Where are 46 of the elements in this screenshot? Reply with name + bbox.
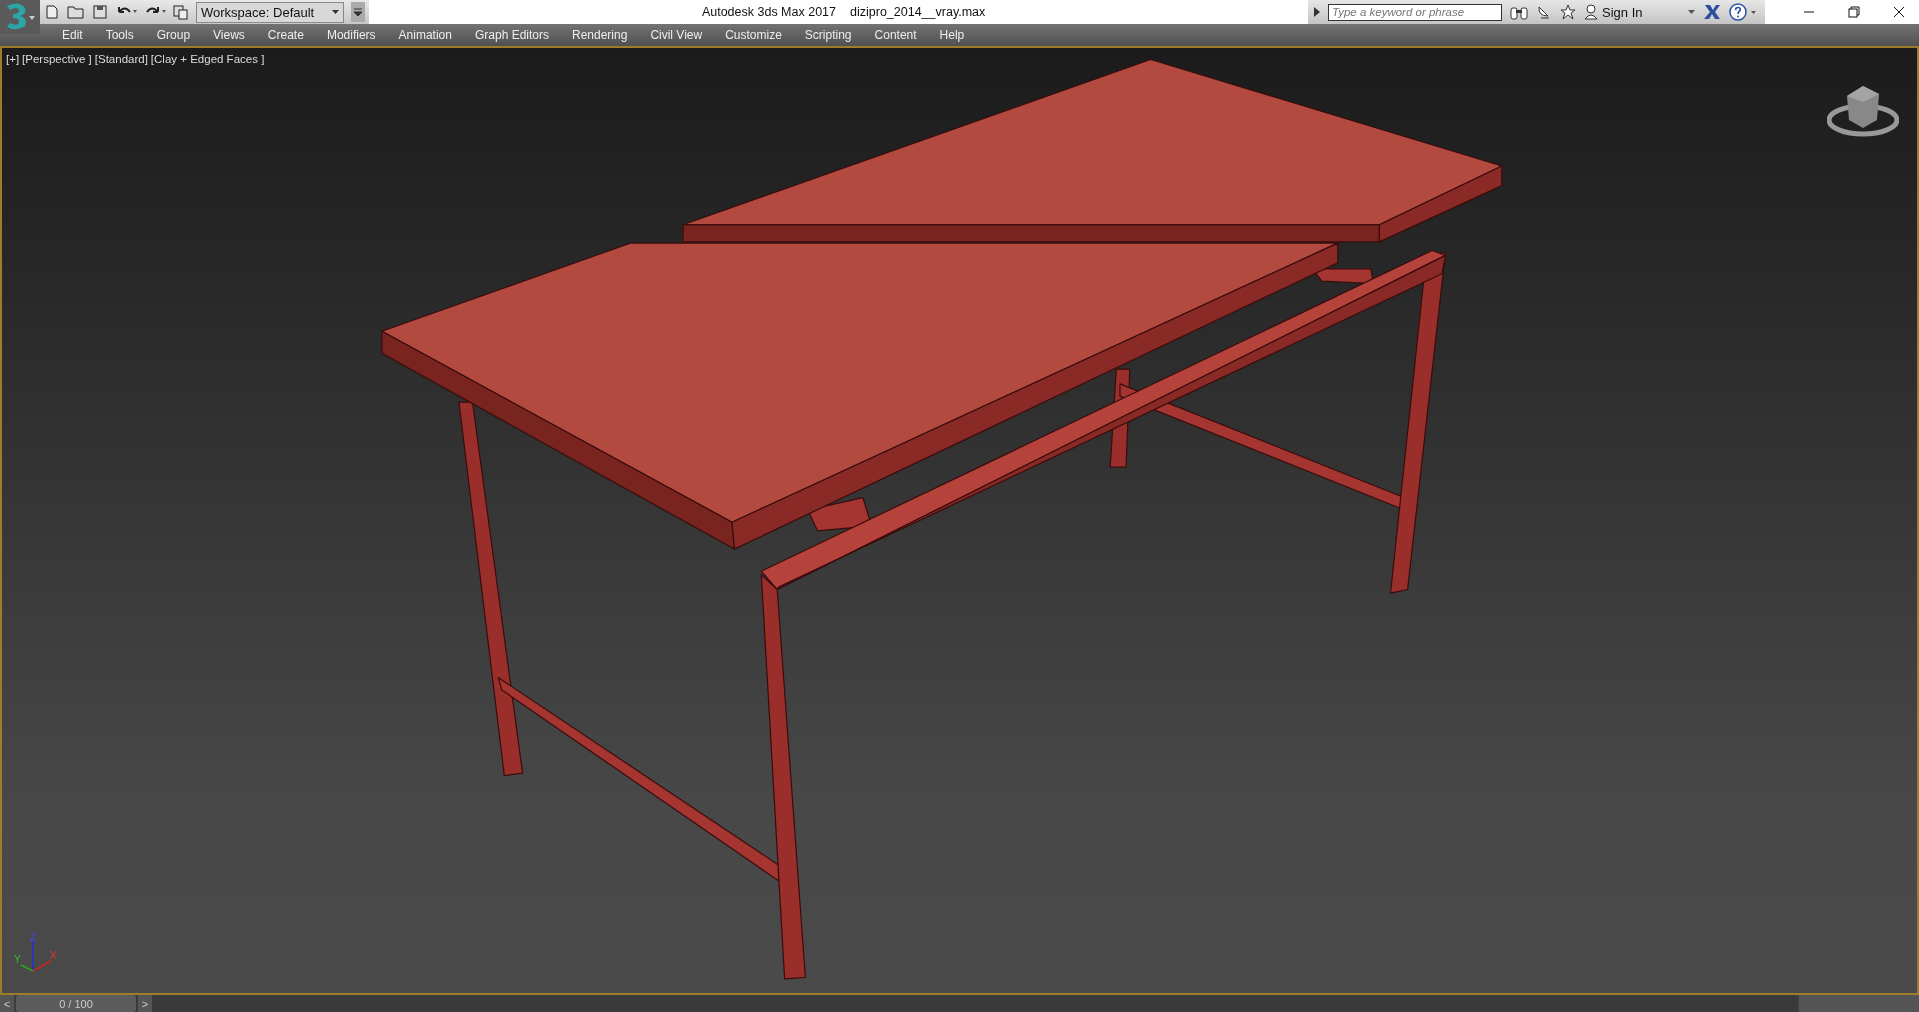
caret-icon[interactable]	[332, 10, 340, 14]
viewport-label[interactable]: [Standard]	[94, 53, 148, 65]
menu-item[interactable]: Create	[259, 28, 312, 42]
restore-icon[interactable]	[1848, 6, 1860, 18]
viewport-label[interactable]: [+]	[6, 53, 20, 65]
next-frame-button[interactable]: >	[138, 995, 152, 1012]
menu-item[interactable]: Tools	[97, 28, 142, 42]
menu-item[interactable]: Content	[866, 28, 925, 42]
time-slider-thumb[interactable]: 0 / 100	[16, 995, 136, 1012]
menu-item[interactable]: Customize	[717, 28, 790, 42]
binoculars-icon[interactable]	[1510, 4, 1528, 20]
menu-item[interactable]: Edit	[54, 28, 91, 42]
menu-item[interactable]: Modifiers	[318, 28, 384, 42]
user-icon[interactable]	[1584, 4, 1598, 20]
x-axis-label: X	[50, 951, 57, 961]
menu-item[interactable]: Group	[148, 28, 199, 42]
customize-toolbar-icon[interactable]	[351, 2, 366, 22]
menu-item[interactable]: Civil View	[642, 28, 711, 42]
new-file-icon[interactable]	[44, 4, 60, 20]
expand-arrow-icon[interactable]	[1314, 7, 1320, 17]
z-axis-label: Z	[30, 933, 37, 943]
exchange-x-icon[interactable]	[1703, 4, 1721, 20]
menu-item[interactable]: Animation	[390, 28, 460, 42]
project-folder-icon[interactable]	[173, 4, 189, 20]
menu-item[interactable]: Rendering	[564, 28, 636, 42]
save-icon[interactable]	[92, 4, 108, 20]
menu-item[interactable]: Views	[205, 28, 253, 42]
file-name: dizipro_2014__vray.max	[850, 5, 986, 19]
help-icon[interactable]	[1729, 3, 1757, 21]
previous-frame-button[interactable]: <	[0, 995, 14, 1012]
menu-item[interactable]: Help	[931, 28, 973, 42]
star-icon[interactable]	[1560, 4, 1576, 20]
open-folder-icon[interactable]	[67, 4, 85, 20]
workspace-dropdown[interactable]: Workspace: Default	[196, 1, 345, 23]
time-slider-track[interactable]: 0 / 100 >	[16, 995, 1797, 1012]
caret-icon[interactable]	[1688, 10, 1695, 14]
satellite-dish-icon[interactable]	[1536, 4, 1552, 20]
menu-item[interactable]: Scripting	[796, 28, 860, 42]
menu-item[interactable]: Graph Editors	[466, 28, 557, 42]
y-axis-label: Y	[14, 955, 21, 965]
viewport-label[interactable]: [Clay + Edged Faces ]	[150, 53, 265, 65]
viewport-label[interactable]: [Perspective ]	[22, 53, 92, 65]
app-title: Autodesk 3ds Max 2017	[701, 5, 837, 19]
sign-in-button[interactable]: Sign In	[1584, 4, 1680, 20]
search-field[interactable]: Type a keyword or phrase	[1328, 3, 1502, 21]
close-icon[interactable]	[1893, 6, 1905, 18]
